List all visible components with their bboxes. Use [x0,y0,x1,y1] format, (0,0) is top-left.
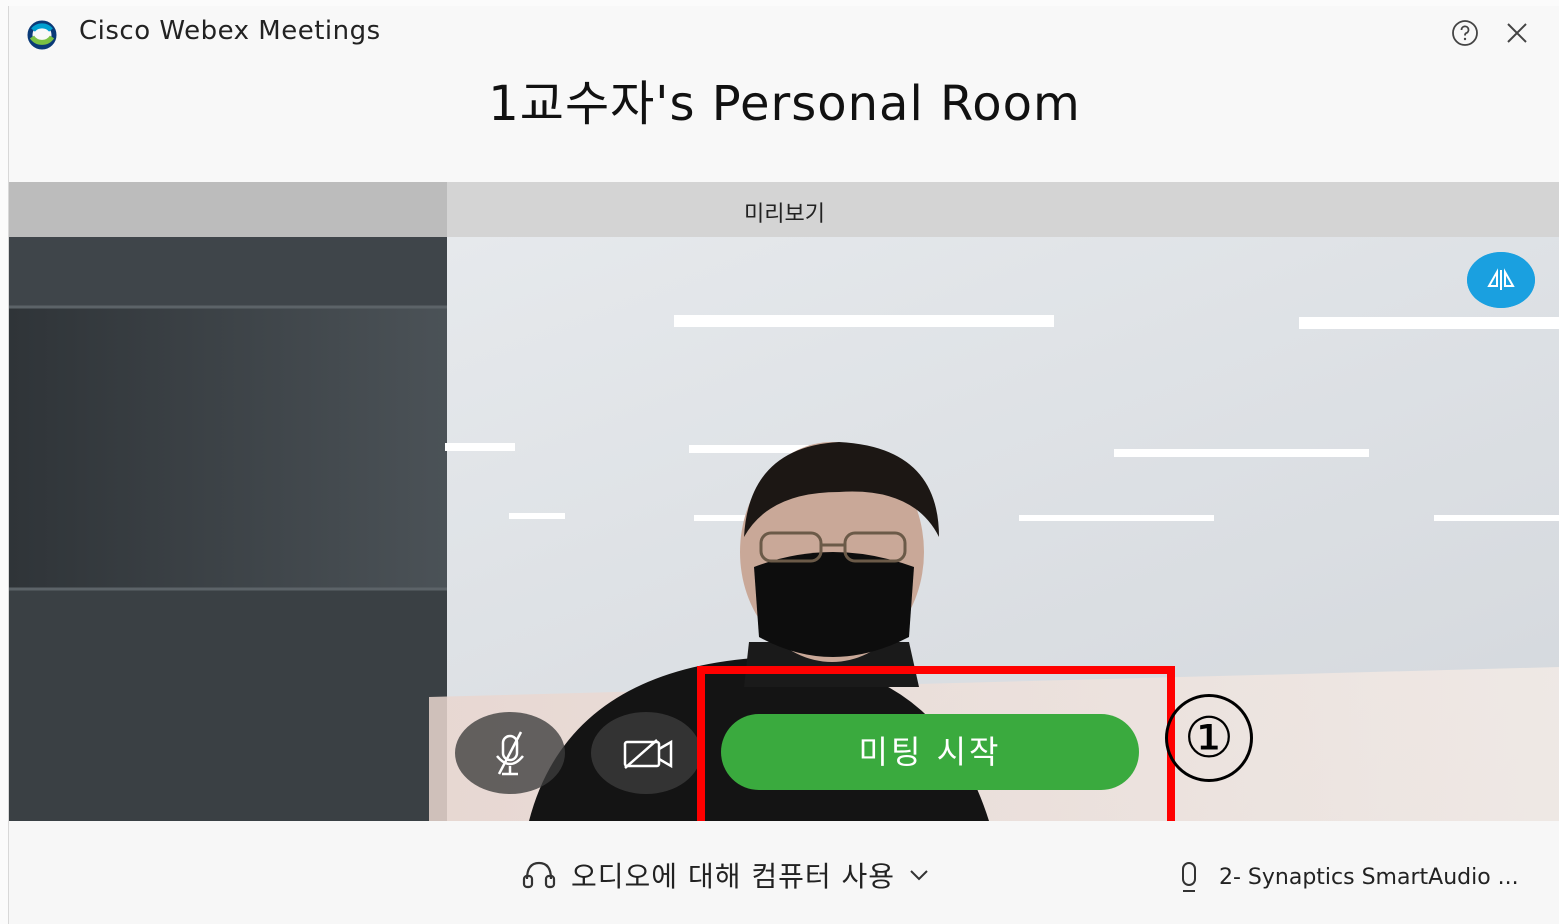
microphone-device-select[interactable]: 2- Synaptics SmartAudio ... [1177,857,1519,897]
close-icon[interactable] [1502,18,1532,48]
mirror-flip-icon[interactable] [1467,252,1535,308]
webex-logo-icon [27,20,57,50]
camera-off-icon [623,739,673,769]
audio-option-label: 오디오에 대해 컴퓨터 사용 [571,860,896,893]
app-title: Cisco Webex Meetings [79,16,381,46]
annotation-highlight-box [697,666,1175,836]
chevron-down-icon [910,870,928,881]
room-title: 1교수자's Personal Room [488,76,1081,132]
microphone-icon [1182,862,1196,892]
annotation-step-number: ① [1165,694,1253,782]
audio-connection-dropdown[interactable]: 오디오에 대해 컴퓨터 사용 [521,855,933,895]
mute-button[interactable] [455,712,565,794]
title-bar: Cisco Webex Meetings [9,6,1559,56]
stop-video-button[interactable] [591,712,701,794]
preview-bar: 미리보기 [9,182,1559,237]
bottom-bar: 오디오에 대해 컴퓨터 사용 2- Synaptics SmartAudio .… [9,821,1559,924]
headset-icon [522,861,556,889]
preview-label: 미리보기 [744,202,825,227]
microphone-device-label: 2- Synaptics SmartAudio ... [1219,864,1519,890]
help-circle-icon[interactable] [1450,18,1480,48]
webex-window: Cisco Webex Meetings 1교수자's Personal Roo… [8,6,1559,924]
microphone-muted-icon [496,731,524,776]
